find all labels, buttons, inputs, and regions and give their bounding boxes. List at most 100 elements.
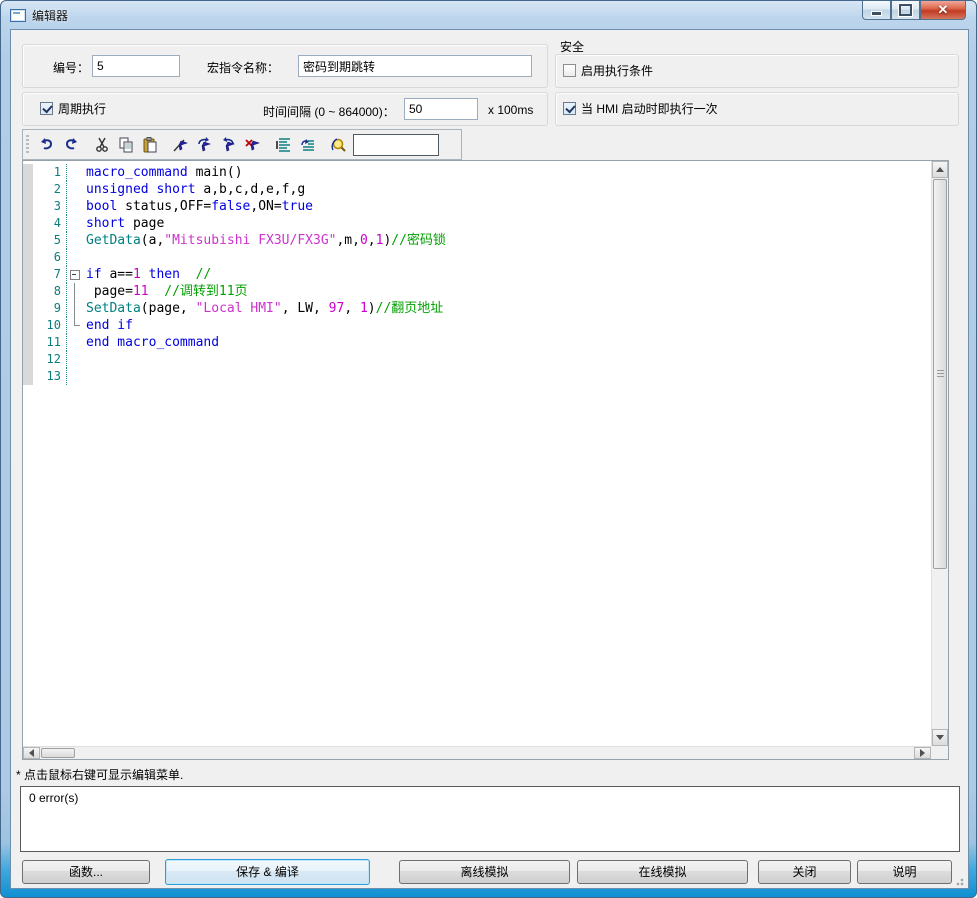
fold-margin [67, 317, 83, 334]
titlebar[interactable]: 编辑器 [1, 1, 976, 29]
line-number: 9 [33, 300, 67, 317]
code-token: // [196, 267, 212, 282]
selection-margin [23, 317, 33, 334]
app-icon [10, 9, 26, 22]
help-button[interactable]: 说明 [857, 860, 952, 884]
outdent-icon[interactable] [296, 133, 320, 157]
maximize-button[interactable] [891, 1, 920, 20]
code-line[interactable]: 2unsigned short a,b,c,d,e,f,g [23, 181, 931, 198]
code-line[interactable]: 3bool status,OFF=false,ON=true [23, 198, 931, 215]
code-token: ,m, [336, 233, 359, 248]
editor-dialog: 编号： 宏指令名称： 安全 启用执行条件 周期执行 时间间隔 (0 ~ 8640… [10, 29, 969, 889]
fold-collapse-icon[interactable] [67, 266, 83, 283]
code-line[interactable]: 7if a==1 then // [23, 266, 931, 283]
code-token: //翻页地址 [376, 301, 444, 316]
vertical-scroll-thumb[interactable] [933, 179, 947, 569]
close-button[interactable]: ✕ [920, 1, 966, 20]
bookmark-prev-icon[interactable] [217, 133, 241, 157]
code-text: page=11 //调转到11页 [83, 283, 248, 300]
security-label: 安全 [560, 38, 584, 55]
code-token: 1 [133, 267, 141, 282]
bookmark-next-icon[interactable] [193, 133, 217, 157]
bookmark-toggle-icon[interactable] [169, 133, 193, 157]
code-token: ) [368, 301, 376, 316]
selection-margin [23, 368, 33, 385]
checkbox-box [40, 102, 53, 115]
code-line[interactable]: 4short page [23, 215, 931, 232]
code-token: unsigned short [86, 182, 196, 197]
code-text [83, 249, 86, 266]
code-editor[interactable]: 1macro_command main()2unsigned short a,b… [22, 160, 949, 760]
paste-icon[interactable] [138, 133, 162, 157]
code-line[interactable]: 6 [23, 249, 931, 266]
find-icon[interactable] [327, 133, 351, 157]
line-number: 3 [33, 198, 67, 215]
code-token: status,OFF= [117, 199, 211, 214]
redo-icon[interactable] [59, 133, 83, 157]
code-token: (page, [141, 301, 196, 316]
code-text: end if [83, 317, 133, 334]
copy-icon[interactable] [114, 133, 138, 157]
macro-name-label: 宏指令名称： [207, 59, 279, 76]
code-view[interactable]: 1macro_command main()2unsigned short a,b… [23, 161, 931, 746]
scroll-down-button[interactable] [932, 729, 948, 746]
interval-unit-label: x 100ms [488, 103, 533, 117]
selection-margin [23, 283, 33, 300]
interval-input[interactable] [404, 98, 478, 120]
checkbox-box [563, 64, 576, 77]
code-line[interactable]: 1macro_command main() [23, 164, 931, 181]
close-dialog-button[interactable]: 关闭 [758, 860, 851, 884]
periodic-checkbox[interactable]: 周期执行 [40, 100, 106, 117]
functions-button[interactable]: 函数... [22, 860, 150, 884]
code-text: short page [83, 215, 164, 232]
bookmark-clear-icon[interactable] [241, 133, 265, 157]
save-compile-button[interactable]: 保存 & 编译 [165, 859, 370, 885]
code-line[interactable]: 8 page=11 //调转到11页 [23, 283, 931, 300]
resize-grip[interactable] [954, 876, 964, 886]
code-line[interactable]: 5GetData(a,"Mitsubishi FX3U/FX3G",m,0,1)… [23, 232, 931, 249]
code-token: bool [86, 199, 117, 214]
code-token: then [149, 267, 180, 282]
cut-icon[interactable] [90, 133, 114, 157]
undo-icon[interactable] [35, 133, 59, 157]
toolbar-grip[interactable] [26, 135, 29, 155]
code-token: macro_command [86, 165, 188, 180]
scroll-right-button[interactable] [914, 747, 931, 759]
horizontal-scrollbar[interactable] [23, 746, 931, 759]
code-text: end macro_command [83, 334, 219, 351]
search-input[interactable] [353, 134, 439, 156]
code-line[interactable]: 10end if [23, 317, 931, 334]
minimize-button[interactable] [862, 1, 891, 20]
scroll-left-button[interactable] [23, 747, 40, 759]
selection-margin [23, 266, 33, 283]
fold-margin [67, 232, 83, 249]
code-token: (a, [141, 233, 164, 248]
run-on-startup-checkbox[interactable]: 当 HMI 启动时即执行一次 [563, 100, 718, 117]
code-token: //调转到11页 [164, 284, 247, 299]
code-line[interactable]: 11end macro_command [23, 334, 931, 351]
checkbox-box [563, 102, 576, 115]
code-line[interactable]: 13 [23, 368, 931, 385]
online-simulation-button[interactable]: 在线模拟 [577, 860, 748, 884]
macro-name-input[interactable] [298, 55, 532, 77]
horizontal-scroll-thumb[interactable] [41, 748, 75, 758]
selection-margin [23, 351, 33, 368]
fold-margin [67, 181, 83, 198]
line-number: 6 [33, 249, 67, 266]
code-token: 11 [133, 284, 149, 299]
code-token: ,ON= [250, 199, 281, 214]
offline-simulation-button[interactable]: 离线模拟 [399, 860, 570, 884]
code-line[interactable]: 9SetData(page, "Local HMI", LW, 97, 1)//… [23, 300, 931, 317]
macro-id-label: 编号： [53, 59, 89, 76]
indent-icon[interactable] [272, 133, 296, 157]
hint-text: * 点击鼠标右键可显示编辑菜单. [16, 766, 183, 783]
scrollbar-corner [931, 746, 948, 759]
selection-margin [23, 232, 33, 249]
macro-id-input[interactable] [92, 55, 180, 77]
selection-margin [23, 164, 33, 181]
exec-condition-checkbox[interactable]: 启用执行条件 [563, 62, 653, 79]
error-count: 0 error(s) [29, 791, 78, 805]
code-line[interactable]: 12 [23, 351, 931, 368]
scroll-up-button[interactable] [932, 161, 948, 178]
vertical-scrollbar[interactable] [931, 161, 948, 746]
